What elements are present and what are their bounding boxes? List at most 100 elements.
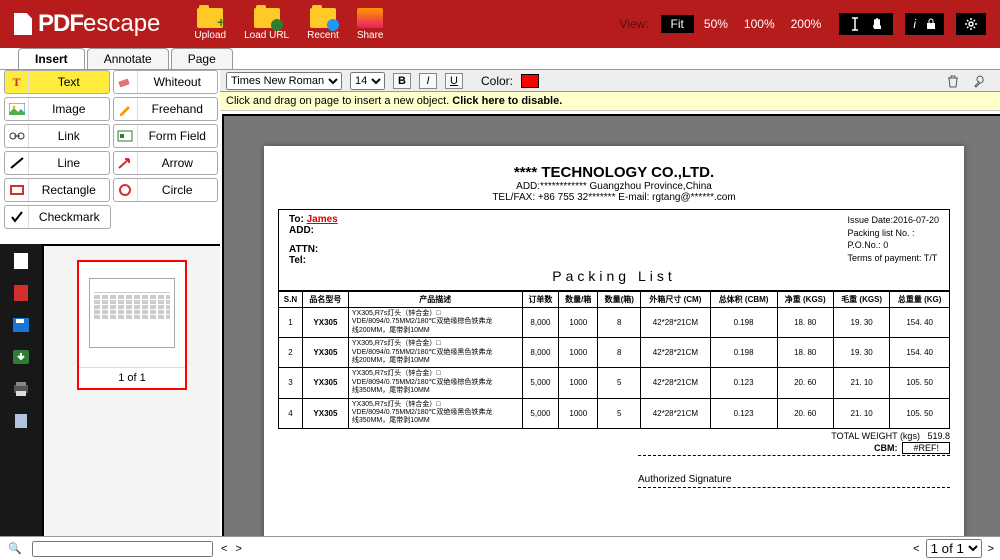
table-row: 1YX305YX305,R7s灯头（锌合金）□VDE/8094/0.75MM2/… xyxy=(279,308,950,338)
table-header: 品名型号 xyxy=(302,292,348,308)
to-value: James xyxy=(307,214,338,225)
folder-plus-icon xyxy=(197,8,223,28)
eraser-icon xyxy=(114,71,138,93)
page-next[interactable]: > xyxy=(988,543,994,555)
logo-rest: escape xyxy=(83,10,160,38)
table-header: 产品描述 xyxy=(348,292,522,308)
tool-freehand[interactable]: Freehand xyxy=(113,97,219,121)
font-select[interactable]: Times New Roman xyxy=(226,72,342,90)
save-icon[interactable] xyxy=(11,316,31,334)
tool-circle[interactable]: Circle xyxy=(113,178,219,202)
table-header: 订单数 xyxy=(522,292,559,308)
rectangle-icon xyxy=(5,179,29,201)
tab-insert[interactable]: Insert xyxy=(18,48,85,69)
tool-formfield-label: Form Field xyxy=(138,129,218,143)
page-prev[interactable]: < xyxy=(913,543,919,555)
issue-date: Issue Date:2016-07-20 xyxy=(847,214,939,227)
underline-button[interactable]: U xyxy=(445,73,463,89)
tool-checkmark[interactable]: Checkmark xyxy=(4,205,111,229)
tool-text[interactable]: TText xyxy=(4,70,110,94)
prev-result[interactable]: < xyxy=(221,543,227,555)
download-icon[interactable] xyxy=(11,348,31,366)
table-header: 总体积 (CBM) xyxy=(710,292,777,308)
load-url-button[interactable]: Load URL xyxy=(244,8,289,41)
add-label: ADD: xyxy=(289,225,314,236)
settings-button[interactable] xyxy=(956,13,986,35)
tool-formfield[interactable]: Form Field xyxy=(113,124,219,148)
recent-button[interactable]: Recent xyxy=(307,8,339,41)
print-icon[interactable] xyxy=(11,380,31,398)
table-header: 外箱尺寸 (CM) xyxy=(641,292,711,308)
table-row: 2YX305YX305,R7s灯头（锌合金）□VDE/8094/0.75MM2/… xyxy=(279,338,950,368)
share-button[interactable]: Share xyxy=(357,8,384,41)
text-icon: T xyxy=(5,71,29,93)
page-red-icon[interactable] xyxy=(11,284,31,302)
size-select[interactable]: 14 xyxy=(350,72,385,90)
packinglist-no: Packing list No. : xyxy=(847,227,939,240)
logo-icon xyxy=(14,13,32,35)
color-swatch[interactable] xyxy=(521,74,539,88)
zoom-50[interactable]: 50% xyxy=(698,15,734,33)
tool-link[interactable]: Link xyxy=(4,124,110,148)
checkmark-icon xyxy=(5,206,29,228)
view-label: View: xyxy=(619,17,648,31)
tool-line-label: Line xyxy=(29,156,109,170)
bold-button[interactable]: B xyxy=(393,73,411,89)
tool-image-label: Image xyxy=(29,102,109,116)
trash-icon[interactable] xyxy=(946,74,960,88)
table-header: 净重 (KGS) xyxy=(777,292,833,308)
packing-table: S.N品名型号产品描述订单数数量/箱数量(箱)外箱尺寸 (CM)总体积 (CBM… xyxy=(278,291,950,429)
search-icon[interactable]: 🔍 xyxy=(6,542,24,555)
page-white-icon[interactable] xyxy=(11,252,31,270)
tab-page[interactable]: Page xyxy=(171,48,233,69)
total-value: 519.8 xyxy=(927,431,950,441)
italic-button[interactable]: I xyxy=(419,73,437,89)
top-toolbar: PDFescape Upload Load URL Recent Share V… xyxy=(0,0,1000,48)
left-sidebar xyxy=(0,244,42,536)
hint-text: Click and drag on page to insert a new o… xyxy=(226,95,452,107)
gear-icon xyxy=(964,17,978,31)
loadurl-label: Load URL xyxy=(244,30,289,41)
page-thumbnail[interactable]: 1 of 1 xyxy=(77,260,187,390)
search-input[interactable] xyxy=(32,541,213,557)
tool-arrow[interactable]: Arrow xyxy=(113,151,219,175)
cbm-label: CBM: xyxy=(874,443,898,453)
table-header: 数量/箱 xyxy=(559,292,598,308)
doc-addr: ADD:************ Guangzhou Province,Chin… xyxy=(278,181,950,192)
info-lock[interactable]: i xyxy=(905,13,944,35)
line-icon xyxy=(5,152,29,174)
insert-toolbox: TText Whiteout Image Freehand Link Form … xyxy=(4,70,218,232)
tool-checkmark-label: Checkmark xyxy=(29,210,110,224)
circle-icon xyxy=(114,179,138,201)
thumbnail-panel: 1 of 1 xyxy=(42,244,220,536)
logo-pdf: PDF xyxy=(38,10,83,38)
tool-line[interactable]: Line xyxy=(4,151,110,175)
page-select[interactable]: 1 of 1 xyxy=(926,539,982,558)
pencil-icon xyxy=(114,98,138,120)
document-canvas[interactable]: **** TECHNOLOGY CO.,LTD. ADD:***********… xyxy=(222,114,1000,536)
doc-heading: Packing List xyxy=(289,268,939,284)
zoom-fit[interactable]: Fit xyxy=(661,15,694,33)
terms: Terms of payment: T/T xyxy=(847,252,939,265)
tab-annotate[interactable]: Annotate xyxy=(87,48,169,69)
zoom-group: Fit 50% 100% 200% xyxy=(661,15,828,33)
tool-freehand-label: Freehand xyxy=(138,102,218,116)
share-label: Share xyxy=(357,30,384,41)
table-row: 4YX305YX305,R7s灯头（锌合金）□VDE/8094/0.75MM2/… xyxy=(279,398,950,428)
hint-disable[interactable]: Click here to disable. xyxy=(452,95,562,107)
logo: PDFescape xyxy=(0,10,174,38)
zoom-100[interactable]: 100% xyxy=(738,15,781,33)
tool-image[interactable]: Image xyxy=(4,97,110,121)
tool-rectangle-label: Rectangle xyxy=(29,183,109,197)
tool-text-label: Text xyxy=(29,75,109,89)
blank-page-icon[interactable] xyxy=(11,412,31,430)
wrench-icon[interactable] xyxy=(974,74,988,88)
zoom-200[interactable]: 200% xyxy=(785,15,828,33)
next-result[interactable]: > xyxy=(235,543,241,555)
status-bar: 🔍 < > < 1 of 1 > xyxy=(0,536,1000,560)
cursor-mode[interactable] xyxy=(839,13,893,35)
tool-whiteout[interactable]: Whiteout xyxy=(113,70,219,94)
tool-rectangle[interactable]: Rectangle xyxy=(4,178,110,202)
table-header: S.N xyxy=(279,292,303,308)
upload-button[interactable]: Upload xyxy=(194,8,226,41)
